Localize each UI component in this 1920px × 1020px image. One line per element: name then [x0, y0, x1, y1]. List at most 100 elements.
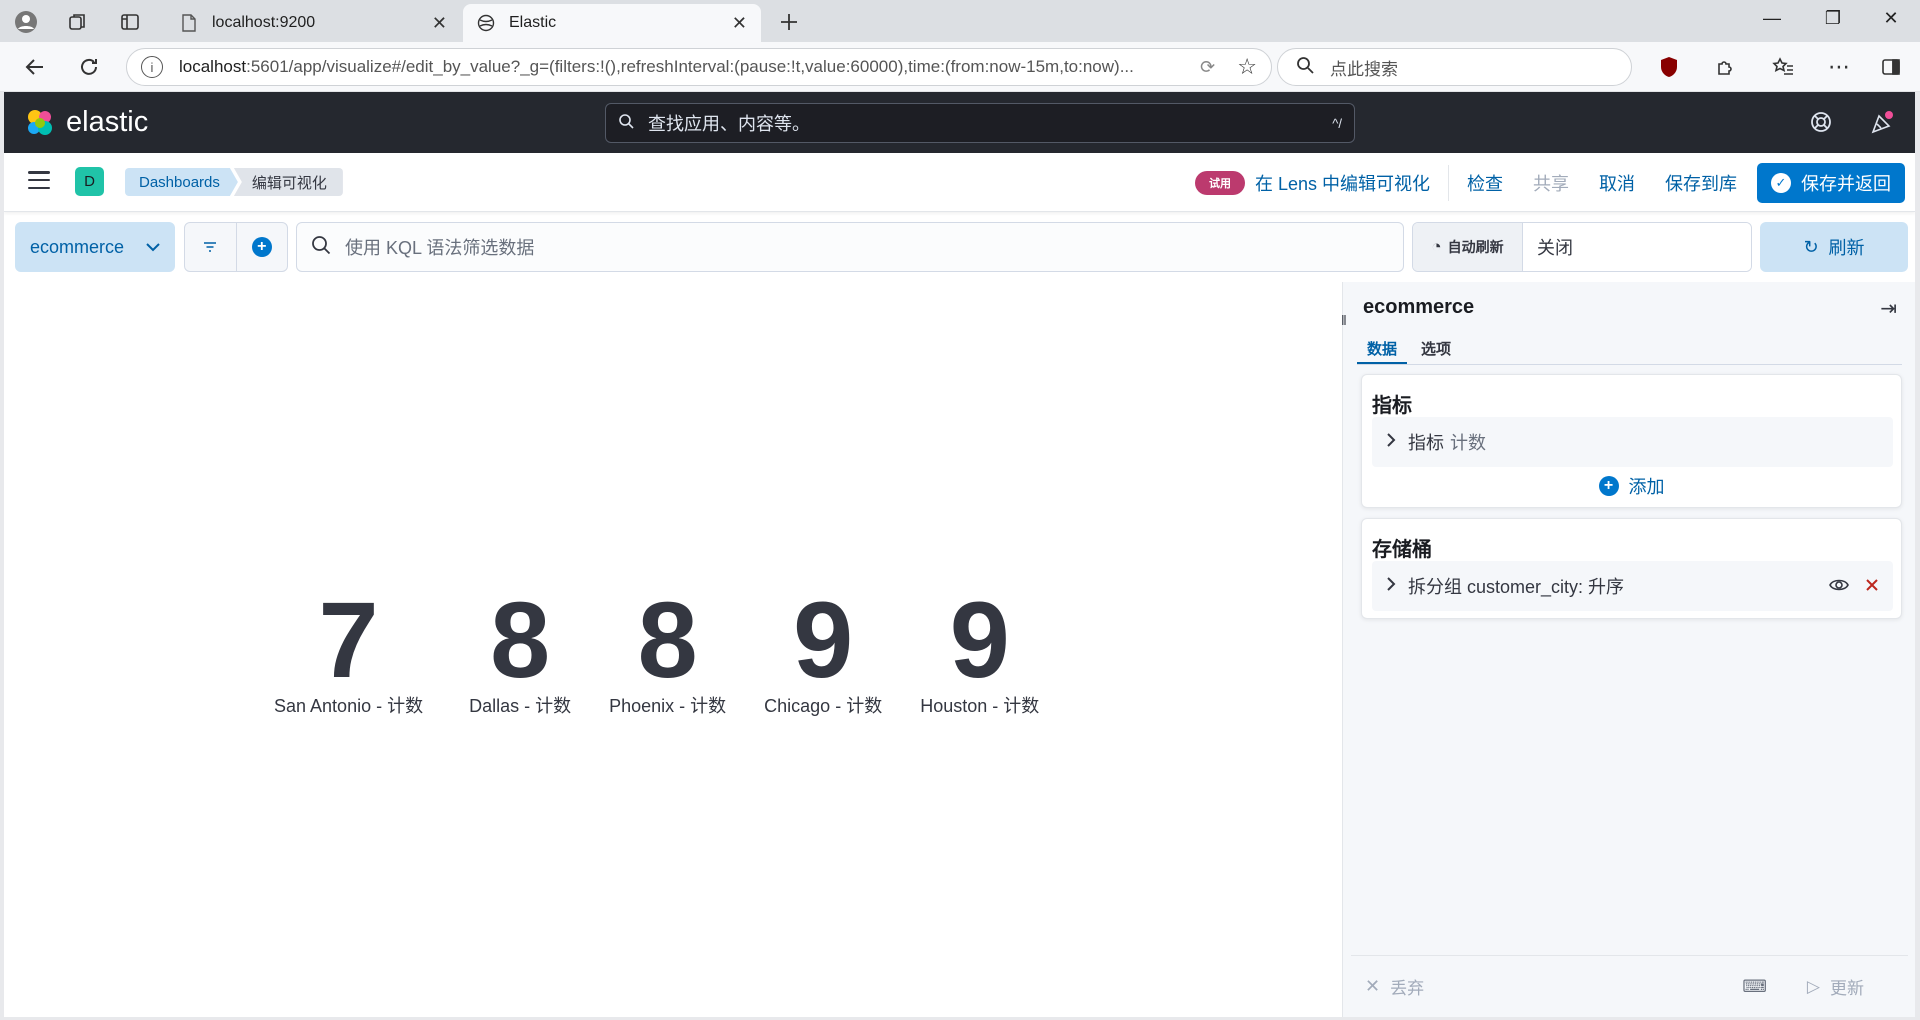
browser-tab-bar: localhost:9200 ✕ Elastic ✕ — ❐ ✕: [0, 0, 1920, 42]
sidebar-footer: ✕ 丢弃 ⌨ ▷ 更新: [1351, 955, 1908, 1017]
refresh-button[interactable]: ↻ 刷新: [1760, 222, 1908, 272]
read-aloud-icon[interactable]: ⟳: [1200, 57, 1215, 78]
inspect-link[interactable]: 检查: [1467, 170, 1503, 196]
close-window-icon[interactable]: ✕: [1876, 8, 1906, 29]
clock-icon: ◔: [1431, 237, 1442, 256]
metric-row: 7 San Antonio - 计数 8 Dallas - 计数 8 Phoen…: [274, 579, 1040, 718]
sidebar-toggle-icon[interactable]: [1878, 54, 1904, 80]
close-tab-icon[interactable]: ✕: [732, 13, 747, 34]
restore-icon[interactable]: ❐: [1818, 8, 1848, 29]
vertical-tabs-icon[interactable]: [118, 10, 142, 34]
search-icon: [311, 235, 331, 260]
tab-title: Elastic: [509, 14, 557, 31]
metric-item: 8 Phoenix - 计数: [609, 586, 727, 718]
breadcrumb-edit-visualization: 编辑可视化: [233, 168, 343, 196]
tab-localhost-9200[interactable]: localhost:9200 ✕: [166, 4, 461, 42]
kql-placeholder: 使用 KQL 语法筛选数据: [345, 238, 535, 258]
favorites-icon[interactable]: [1770, 54, 1796, 80]
metric-label: Phoenix - 计数: [609, 696, 727, 716]
keyboard-icon[interactable]: ⌨: [1742, 977, 1767, 997]
tab-elastic[interactable]: Elastic ✕: [463, 4, 761, 42]
chevron-right-icon[interactable]: [1386, 432, 1396, 453]
kibana-subheader: D Dashboards 编辑可视化 试用 在 Lens 中编辑可视化 检查 共…: [4, 153, 1915, 212]
minimize-icon[interactable]: —: [1757, 8, 1787, 29]
auto-refresh-toggle[interactable]: ◔ 自动刷新: [1413, 223, 1523, 271]
url-host: localhost: [179, 57, 247, 76]
edit-in-lens-link[interactable]: 在 Lens 中编辑可视化: [1255, 170, 1430, 196]
tab-options[interactable]: 选项: [1411, 332, 1461, 364]
metrics-panel-title: 指标: [1372, 395, 1412, 417]
breadcrumb-dashboards[interactable]: Dashboards: [125, 168, 238, 196]
share-link[interactable]: 共享: [1533, 170, 1569, 196]
browser-search-box[interactable]: 点此搜索: [1277, 48, 1632, 86]
metric-value: 8: [490, 579, 551, 700]
cancel-link[interactable]: 取消: [1599, 170, 1635, 196]
add-filter-button[interactable]: +: [237, 223, 288, 271]
auto-refresh-control[interactable]: ◔ 自动刷新 关闭: [1412, 222, 1752, 272]
metric-value: 9: [949, 579, 1010, 700]
filter-menu-button[interactable]: [185, 223, 237, 271]
ublock-icon[interactable]: [1656, 54, 1682, 80]
url-path: :5601/app/visualize#/edit_by_value?_g=(f…: [246, 57, 1134, 76]
bucket-agg-row[interactable]: 拆分组 customer_city: 升序: [1372, 561, 1893, 611]
search-icon: [1296, 56, 1314, 79]
metric-item: 9 Chicago - 计数: [764, 586, 883, 718]
save-and-return-button[interactable]: ✓ 保存并返回: [1757, 162, 1905, 203]
discard-button[interactable]: ✕ 丢弃: [1365, 974, 1424, 999]
elastic-icon: [477, 14, 495, 32]
metric-agg-row[interactable]: 指标 计数: [1372, 417, 1893, 467]
check-icon: ✓: [1771, 172, 1791, 193]
search-icon: [618, 113, 634, 134]
tab-data[interactable]: 数据: [1357, 332, 1408, 364]
trial-badge: 试用: [1194, 170, 1245, 195]
auto-refresh-value[interactable]: 关闭: [1523, 223, 1751, 271]
logo-text: elastic: [66, 106, 149, 138]
add-metric-button[interactable]: + 添加: [1362, 473, 1901, 499]
save-to-library-link[interactable]: 保存到库: [1665, 170, 1737, 196]
filter-icon: [204, 242, 217, 252]
metric-label: Chicago - 计数: [764, 696, 883, 716]
space-avatar[interactable]: D: [75, 167, 104, 196]
browser-toolbar: i localhost:5601/app/visualize#/edit_by_…: [0, 42, 1920, 92]
divider: [1448, 164, 1449, 201]
eye-icon[interactable]: [1829, 576, 1849, 597]
remove-icon[interactable]: [1865, 576, 1879, 597]
extensions-icon[interactable]: [1712, 54, 1738, 80]
back-icon[interactable]: [22, 54, 48, 80]
profile-icon[interactable]: [14, 10, 38, 34]
filter-controls: +: [184, 222, 288, 272]
favorite-star-icon[interactable]: ☆: [1237, 54, 1257, 80]
news-feed-icon[interactable]: [1869, 110, 1895, 136]
global-search-input[interactable]: 查找应用、内容等。 ^/: [605, 103, 1355, 143]
new-tab-icon[interactable]: [777, 10, 801, 34]
site-info-icon[interactable]: i: [141, 56, 163, 78]
refresh-label: 刷新: [1828, 238, 1865, 258]
search-shortcut: ^/: [1332, 115, 1342, 131]
metric-value: 7: [318, 579, 379, 700]
reload-icon[interactable]: [76, 54, 102, 80]
workspaces-icon[interactable]: [66, 10, 90, 34]
metric-item: 8 Dallas - 计数: [469, 579, 572, 718]
close-tab-icon[interactable]: ✕: [432, 13, 447, 34]
metric-item: 9 Houston - 计数: [920, 579, 1040, 718]
elastic-logo-icon: [28, 109, 52, 135]
buckets-panel: 存储桶 拆分组 customer_city: 升序: [1361, 518, 1902, 619]
menu-icon[interactable]: [28, 171, 50, 189]
plus-circle-icon: +: [251, 237, 272, 257]
collapse-sidebar-icon[interactable]: ⇥: [1880, 296, 1897, 321]
more-icon[interactable]: ⋯: [1826, 54, 1852, 80]
kql-search-input[interactable]: 使用 KQL 语法筛选数据: [296, 222, 1404, 272]
query-bar: ecommerce + 使用 KQL 语法筛选数据 ◔ 自动刷新 关闭 ↻ 刷新: [4, 212, 1915, 282]
metric-label: Houston - 计数: [920, 696, 1040, 716]
elastic-logo[interactable]: elastic: [24, 106, 148, 139]
refresh-icon: ↻: [1803, 236, 1819, 257]
address-bar[interactable]: i localhost:5601/app/visualize#/edit_by_…: [126, 48, 1272, 86]
sidebar-title: ecommerce: [1363, 296, 1475, 318]
metric-label: Dallas - 计数: [469, 696, 572, 716]
resize-handle[interactable]: ‖: [1341, 312, 1347, 330]
global-search-placeholder: 查找应用、内容等。: [648, 114, 810, 134]
chevron-right-icon[interactable]: [1386, 576, 1396, 597]
help-icon[interactable]: [1809, 110, 1835, 136]
update-button[interactable]: ▷ 更新: [1807, 974, 1864, 999]
data-view-picker[interactable]: ecommerce: [15, 222, 175, 272]
